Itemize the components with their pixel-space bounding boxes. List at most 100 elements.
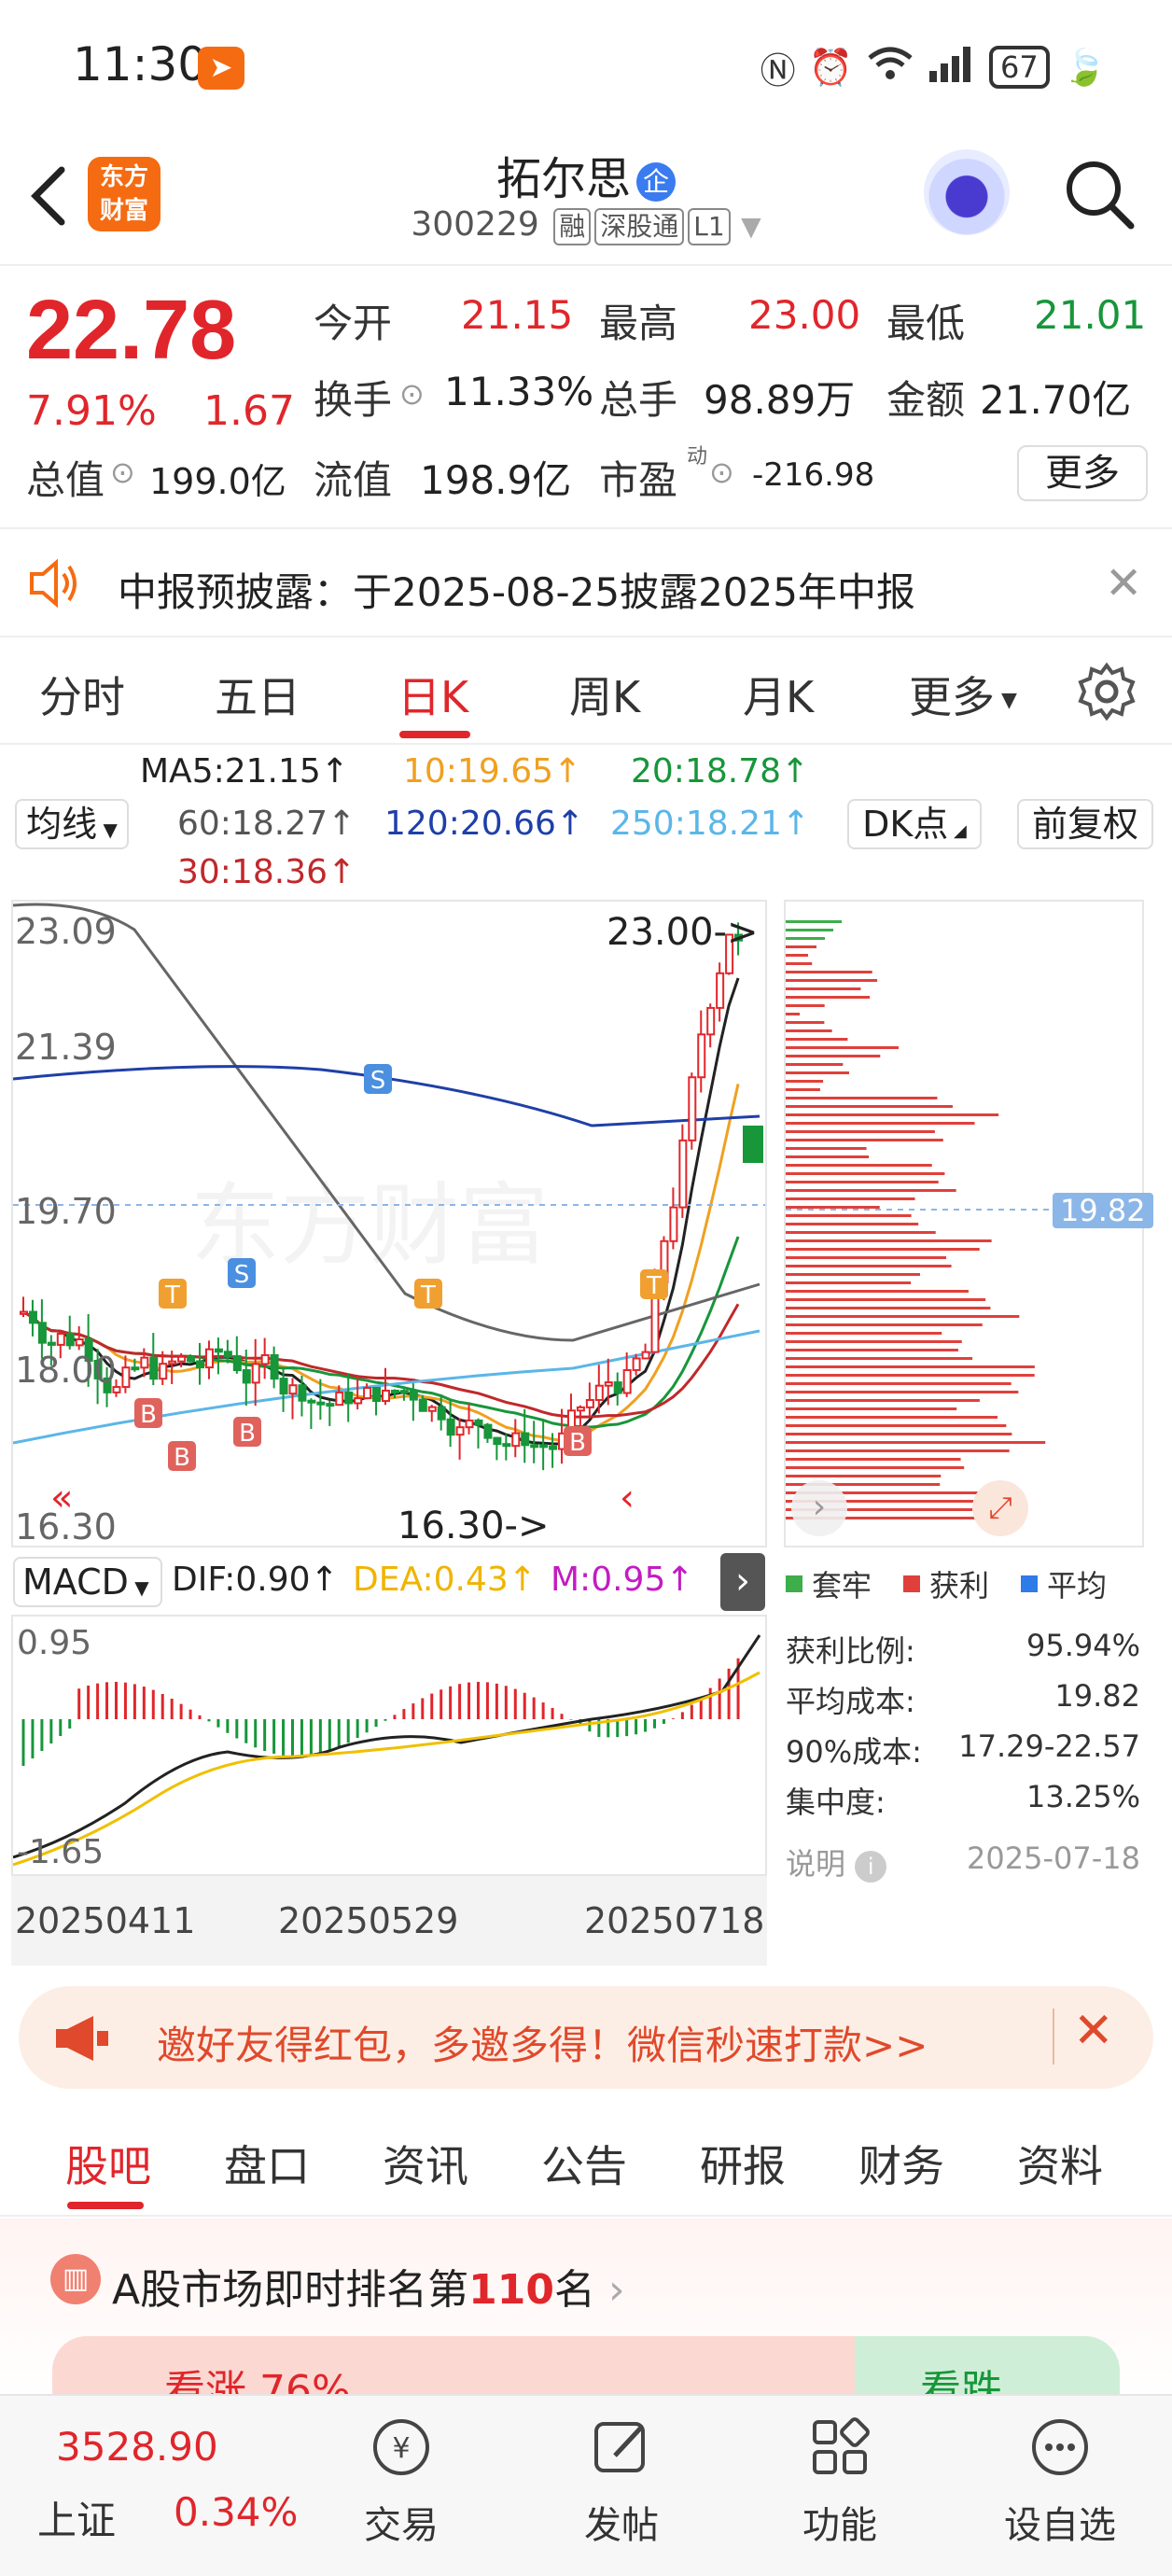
tab-profile[interactable]: 资料 bbox=[1017, 2133, 1103, 2194]
chip-bar bbox=[786, 979, 878, 982]
tab-monthly-k[interactable]: 月K bbox=[743, 664, 814, 725]
candle-body bbox=[251, 1363, 260, 1384]
tab-news[interactable]: 资讯 bbox=[383, 2133, 468, 2194]
tab-five-day[interactable]: 五日 bbox=[215, 664, 300, 725]
notice-text: 中报预披露：于2025-08-25披露2025年中报 bbox=[118, 569, 915, 615]
close-notice-icon[interactable]: ✕ bbox=[1105, 557, 1142, 609]
chip-bar bbox=[786, 1382, 1012, 1385]
chip-bar bbox=[786, 1475, 942, 1477]
settings-gear-icon[interactable] bbox=[1077, 662, 1137, 725]
chart-period-tabs: 分时 五日 日K 周K 月K 更多 ▼ bbox=[0, 637, 1172, 745]
tab-weekly-k[interactable]: 周K bbox=[569, 664, 640, 725]
scroll-right-icon[interactable]: ‹ bbox=[620, 1477, 635, 1519]
kline-chart[interactable]: 东方财富 BBSSBBTTT 23.09 21.39 19.70 18.00 1… bbox=[11, 900, 767, 1547]
search-button[interactable] bbox=[1062, 157, 1137, 231]
chip-bar bbox=[786, 1441, 1046, 1444]
invite-banner[interactable]: 邀好友得红包，多邀多得！微信秒速打款>> ✕ bbox=[19, 1986, 1153, 2089]
svg-text:S: S bbox=[234, 1261, 250, 1289]
scroll-left-icon[interactable]: « bbox=[50, 1477, 73, 1519]
ma30-legend: 30:18.36↑ bbox=[177, 853, 356, 891]
expand-icon[interactable]: ⤢ bbox=[972, 1480, 1028, 1536]
candle-body bbox=[585, 1399, 594, 1408]
candle-body bbox=[641, 1351, 650, 1360]
tab-forum[interactable]: 股吧 bbox=[65, 2133, 151, 2194]
nfc-icon: Ⓝ bbox=[760, 49, 796, 91]
chip-bar bbox=[786, 1130, 935, 1133]
ranking-section[interactable]: ▥ A股市场即时排名第110名 › 看涨 76% 看跌 bbox=[0, 2219, 1172, 2415]
candle-body bbox=[75, 1338, 84, 1347]
candle-body bbox=[47, 1341, 56, 1346]
dropdown-triangle-icon[interactable]: ▼ bbox=[741, 211, 761, 242]
turnover-value: 11.33% bbox=[444, 369, 594, 414]
chip-bar bbox=[786, 1172, 945, 1175]
macd-expand-icon[interactable]: › bbox=[720, 1553, 765, 1611]
candle-body bbox=[279, 1378, 288, 1395]
chip-bar bbox=[786, 1365, 1035, 1368]
tab-finance[interactable]: 财务 bbox=[858, 2133, 944, 2194]
candle-body bbox=[28, 1310, 37, 1324]
tab-intraday[interactable]: 分时 bbox=[39, 664, 125, 725]
close-banner-icon[interactable]: ✕ bbox=[1073, 2003, 1114, 2059]
nav-trade[interactable]: ¥ 交易 bbox=[336, 2415, 467, 2549]
candle-body bbox=[363, 1387, 372, 1400]
rank-chart-icon: ▥ bbox=[50, 2254, 101, 2304]
status-bar: 11:30 ➤ Ⓝ ⏰ 67 🍃 bbox=[0, 0, 1172, 131]
macd-svg bbox=[13, 1634, 761, 1867]
nav-post[interactable]: 发帖 bbox=[556, 2415, 687, 2549]
more-button[interactable]: 更多 bbox=[1017, 445, 1148, 501]
info-icon[interactable]: ⊙ bbox=[399, 376, 425, 412]
index-value[interactable]: 3528.90 bbox=[56, 2424, 218, 2470]
mcap-label: 总值 bbox=[26, 457, 105, 503]
chip-bar bbox=[786, 929, 833, 931]
price-adjust-button[interactable]: 前复权 bbox=[1017, 799, 1153, 849]
float-label: 流值 bbox=[314, 457, 393, 503]
ma10-legend: 10:19.65↑ bbox=[403, 752, 582, 791]
tab-more[interactable]: 更多 ▼ bbox=[909, 664, 1017, 725]
svg-text:T: T bbox=[420, 1281, 436, 1309]
tab-daily-k[interactable]: 日K bbox=[398, 664, 468, 725]
svg-text:S: S bbox=[370, 1067, 386, 1095]
candle-body bbox=[437, 1406, 446, 1421]
candle-body bbox=[418, 1398, 427, 1412]
index-change[interactable]: 0.34% bbox=[174, 2489, 298, 2535]
chip-bar bbox=[786, 1466, 965, 1469]
float-value: 198.9亿 bbox=[420, 457, 572, 503]
info-tabs: 股吧 盘口 资讯 公告 研报 财务 资料 bbox=[0, 2105, 1172, 2217]
chip-bar bbox=[786, 1088, 820, 1091]
assistant-robot-avatar[interactable] bbox=[924, 149, 1010, 235]
candle-body bbox=[344, 1391, 354, 1405]
tab-orderbook[interactable]: 盘口 bbox=[224, 2133, 310, 2194]
chip-bar bbox=[786, 1013, 800, 1015]
ma-selector[interactable]: 均线 ▼ bbox=[15, 799, 129, 849]
pe-info-icon[interactable]: ⊙ bbox=[709, 455, 734, 490]
chip-distribution-chart: 19.82 › ⤢ bbox=[784, 900, 1153, 1547]
grid-icon bbox=[813, 2417, 870, 2474]
nav-functions[interactable]: 功能 bbox=[774, 2415, 905, 2549]
wifi-icon bbox=[866, 45, 914, 91]
macd-chart[interactable]: 0.95 -1.65 bbox=[11, 1615, 767, 1876]
candle-body bbox=[131, 1366, 140, 1371]
chip-bar bbox=[786, 1323, 983, 1326]
macd-selector[interactable]: MACD ▼ bbox=[13, 1557, 162, 1607]
mcap-info-icon[interactable]: ⊙ bbox=[110, 455, 135, 490]
tab-announcements[interactable]: 公告 bbox=[541, 2133, 627, 2194]
candle-body bbox=[354, 1397, 363, 1405]
candle-body bbox=[177, 1355, 187, 1363]
svg-text:B: B bbox=[140, 1401, 157, 1429]
candle-body bbox=[149, 1356, 159, 1380]
candle-body bbox=[594, 1384, 604, 1402]
candle-body bbox=[483, 1423, 493, 1439]
index-name[interactable]: 上证 bbox=[37, 2489, 116, 2546]
last-candle-badge bbox=[743, 1126, 763, 1163]
nav-add-watchlist[interactable]: 设自选 bbox=[995, 2415, 1125, 2549]
chip-bar bbox=[786, 1399, 980, 1402]
tab-research[interactable]: 研报 bbox=[700, 2133, 786, 2194]
dk-point-button[interactable]: DK点 ◢ bbox=[847, 799, 982, 849]
notice-bar[interactable]: 中报预披露：于2025-08-25披露2025年中报 ✕ bbox=[0, 527, 1172, 637]
chip-bar bbox=[786, 1231, 936, 1234]
stat-note[interactable]: 说明 i 2025-07-18 bbox=[786, 1841, 1140, 1883]
volume-value: 98.89万 bbox=[704, 377, 856, 423]
candle-body bbox=[678, 1139, 688, 1209]
chip-prev-icon[interactable]: › bbox=[791, 1480, 847, 1536]
candle-body bbox=[223, 1351, 232, 1358]
